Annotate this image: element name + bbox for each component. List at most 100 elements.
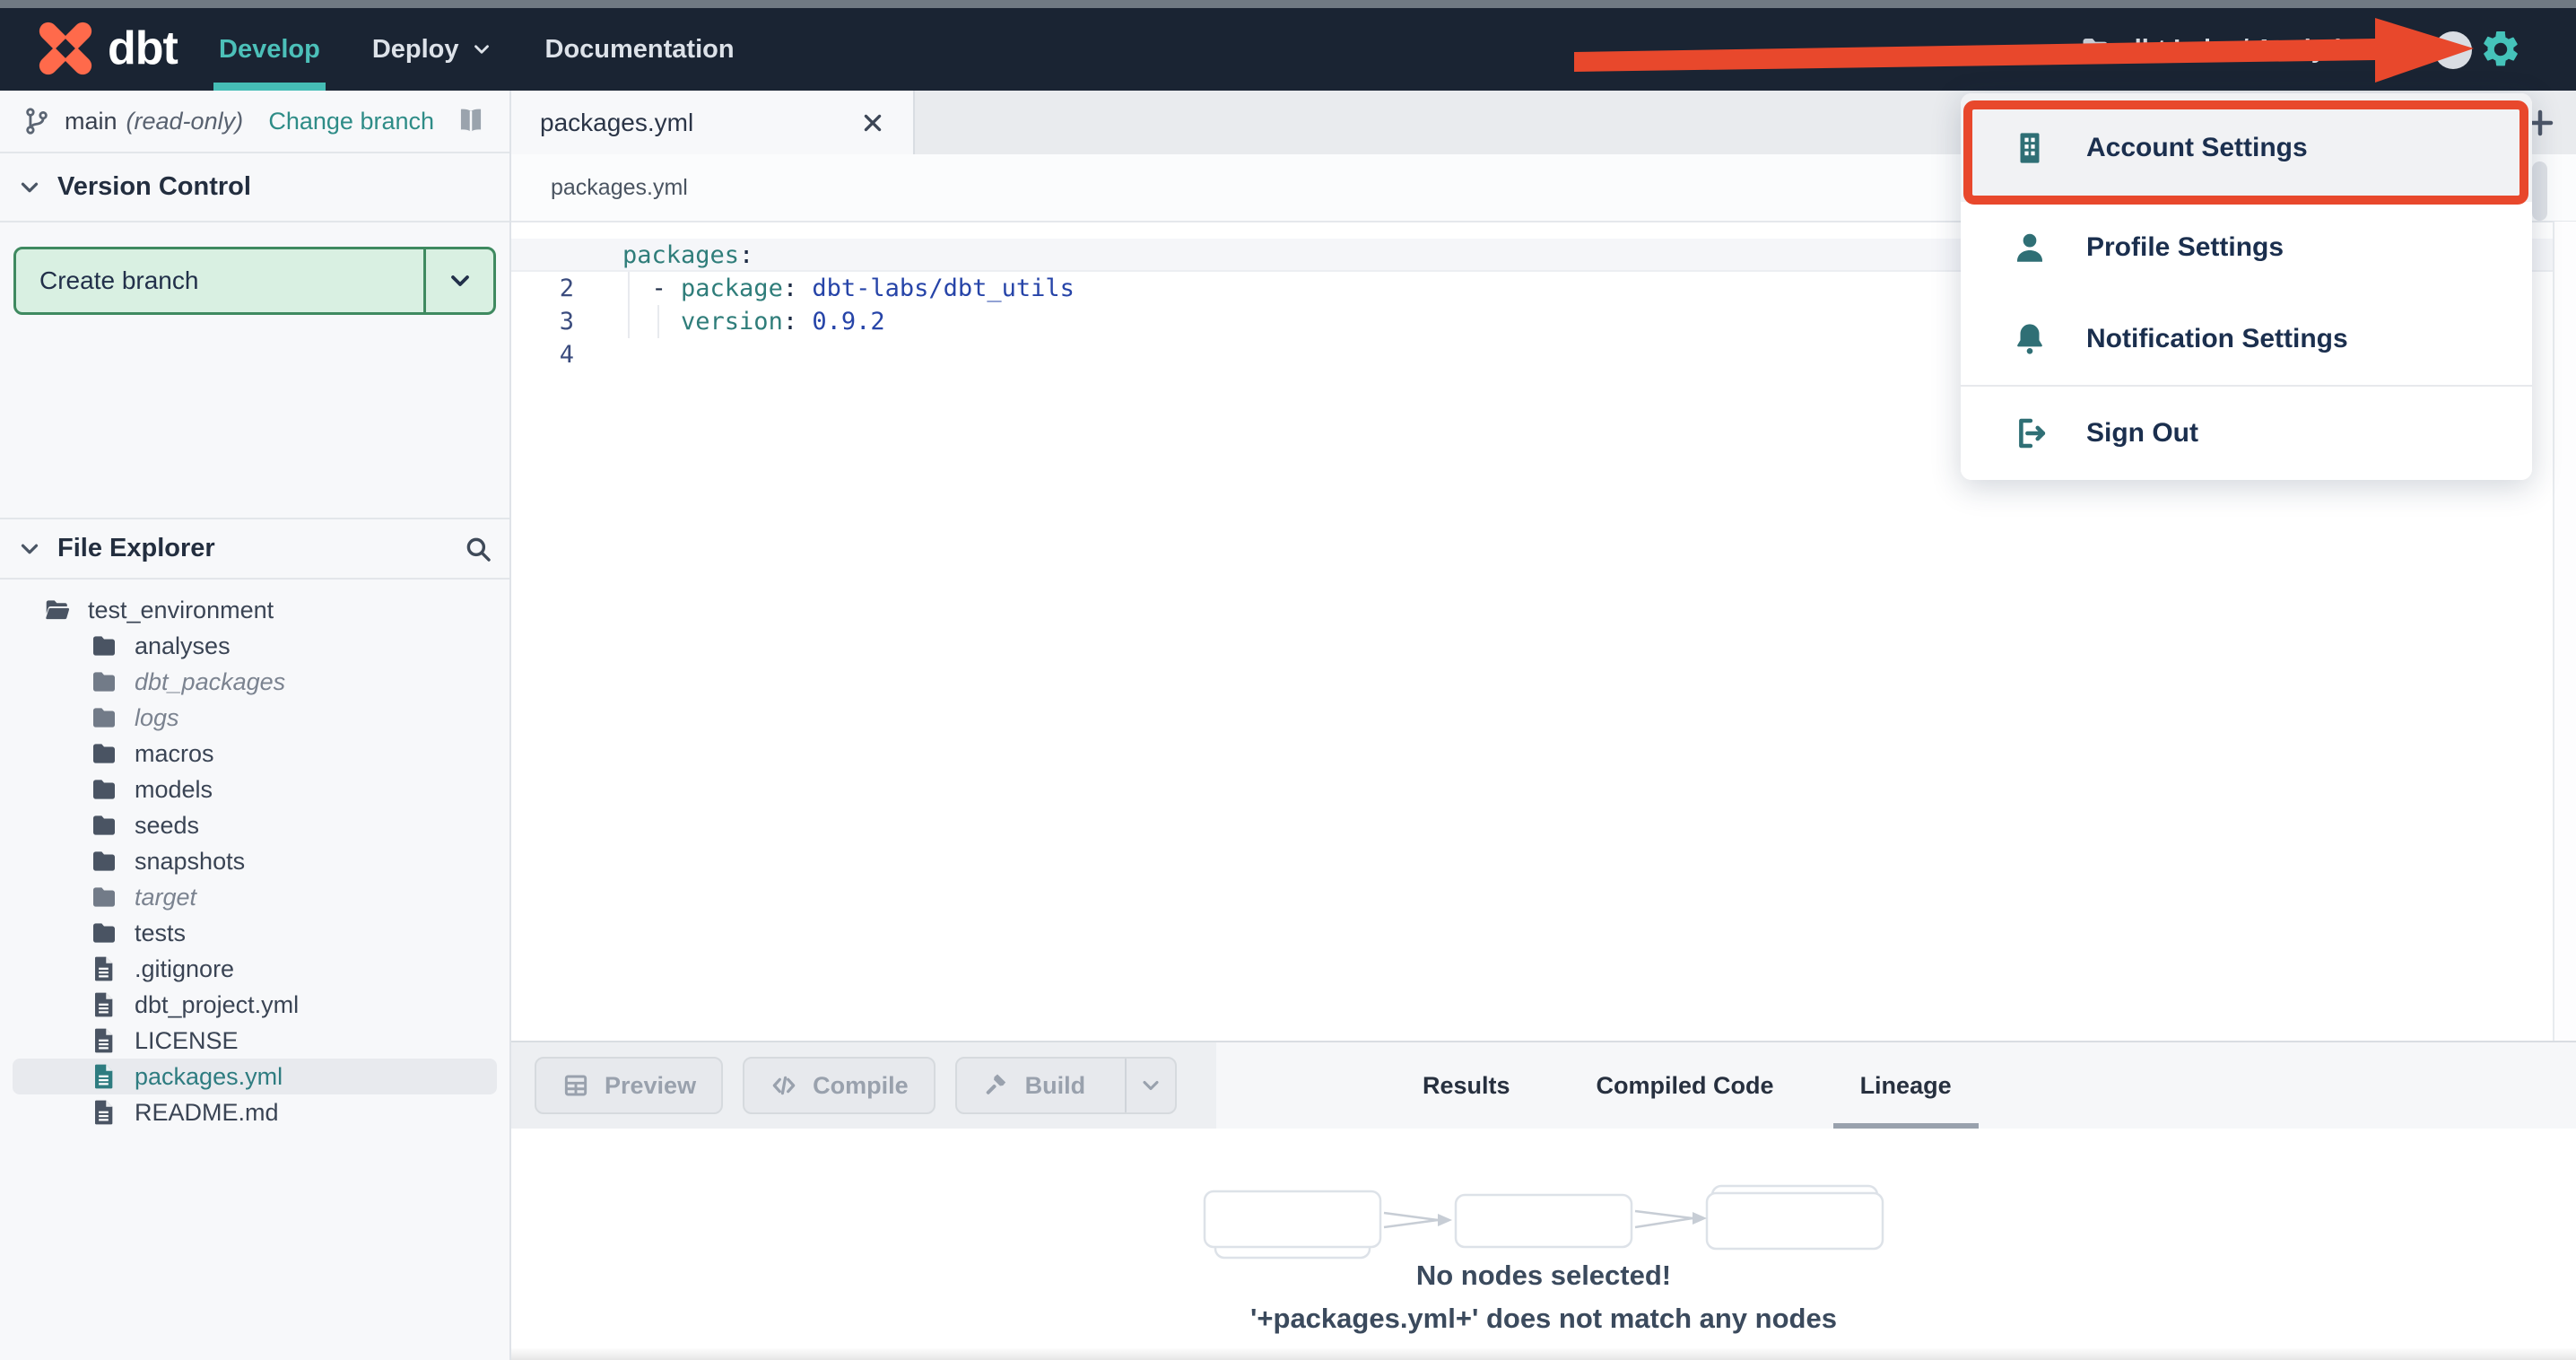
button-label: Compile <box>813 1071 909 1099</box>
main-nav: Develop Deploy Documentation <box>213 8 735 91</box>
dbt-cloud-ide-screen: dbt Develop Deploy Documentation dbt Labs … <box>0 0 2576 1360</box>
breadcrumb-filename: packages.yml <box>551 174 688 200</box>
file-tree-item-gitignore[interactable]: .gitignore <box>0 951 509 987</box>
docs-book-icon[interactable] <box>454 104 488 138</box>
folder-icon <box>90 667 118 696</box>
code-token: dbt-labs/dbt_utils <box>812 275 1075 302</box>
nav-item-label: Documentation <box>544 34 735 64</box>
file-explorer-header[interactable]: File Explorer <box>0 518 509 580</box>
window-chrome-strip <box>0 0 2576 8</box>
version-control-header[interactable]: Version Control <box>0 153 509 222</box>
project-folder-icon <box>2079 33 2111 65</box>
tab-compiled-code[interactable]: Compiled Code <box>1597 1042 1774 1129</box>
editor-scrollbar-thumb[interactable] <box>2532 161 2547 221</box>
file-name: .gitignore <box>135 955 235 982</box>
build-button[interactable]: Build <box>954 1057 1178 1114</box>
file-tree-item-packages-yml[interactable]: packages.yml <box>13 1059 497 1094</box>
bottom-panel: Preview Compile Build Results Compiled Code… <box>511 1041 2576 1360</box>
menu-item-profile-settings[interactable]: Profile Settings <box>1961 202 2532 293</box>
compile-button[interactable]: Compile <box>743 1057 936 1114</box>
file-tree-item-readme-md[interactable]: README.md <box>0 1094 509 1130</box>
folder-icon <box>90 883 118 911</box>
nav-item-documentation[interactable]: Documentation <box>545 8 735 91</box>
current-branch-name: main <box>65 107 117 135</box>
file-tree-item-snapshots[interactable]: snapshots <box>0 843 509 879</box>
button-label: Build <box>1024 1071 1086 1099</box>
preview-button[interactable]: Preview <box>535 1057 724 1114</box>
account-context[interactable]: dbt Labs / Analytics <box>2079 8 2371 91</box>
code-token: : <box>739 241 754 269</box>
file-tree-item-analyses[interactable]: analyses <box>0 628 509 664</box>
folder-icon <box>90 919 118 947</box>
dbt-logo-icon <box>39 22 92 75</box>
file-explorer-title: File Explorer <box>57 534 215 562</box>
menu-item-account-settings[interactable]: Account Settings <box>1961 93 2532 202</box>
tab-lineage[interactable]: Lineage <box>1832 1042 1979 1129</box>
file-tree-item-tests[interactable]: tests <box>0 915 509 951</box>
create-branch-dropdown[interactable] <box>423 249 493 312</box>
chevron-down-icon <box>1138 1073 1163 1098</box>
dbt-logo-text: dbt <box>108 22 178 74</box>
file-tree-item-target[interactable]: target <box>0 879 509 915</box>
signout-icon <box>2011 414 2049 452</box>
chevron-down-icon <box>16 536 43 562</box>
folder-icon <box>90 811 118 840</box>
code-token: : <box>782 308 813 336</box>
file-tree-item-dbt-packages[interactable]: dbt_packages <box>0 664 509 700</box>
code-icon <box>770 1071 798 1100</box>
search-icon[interactable] <box>463 534 493 564</box>
chevron-down-icon <box>16 174 43 201</box>
create-branch-label[interactable]: Create branch <box>16 249 423 312</box>
file-tree-item-seeds[interactable]: seeds <box>0 807 509 843</box>
editor-tab-packages-yml[interactable]: packages.yml <box>511 91 915 154</box>
branch-row: main (read-only) Change branch <box>0 91 509 153</box>
tab-results[interactable]: Results <box>1423 1042 1510 1129</box>
file-name: macros <box>135 739 214 767</box>
account-settings-menu: Account Settings Profile Settings Notifica… <box>1961 93 2532 480</box>
build-button-main[interactable]: Build <box>957 1059 1111 1112</box>
file-name: logs <box>135 703 179 731</box>
file-tree: test_environment analyses dbt_packageslogs… <box>0 592 509 1130</box>
user-avatar[interactable] <box>2434 31 2472 69</box>
file-tree-item-logs[interactable]: logs <box>0 700 509 736</box>
code-token: - <box>622 275 682 302</box>
file-tree-item-dbt-project-yml[interactable]: dbt_project.yml <box>0 987 509 1023</box>
folder-icon <box>90 703 118 732</box>
nav-item-deploy[interactable]: Deploy <box>372 8 493 91</box>
file-tree-item-test-environment[interactable]: test_environment <box>0 592 509 628</box>
file-name: target <box>135 883 197 911</box>
file-icon <box>90 1098 118 1127</box>
close-icon[interactable] <box>861 111 884 135</box>
file-name: seeds <box>135 811 200 839</box>
menu-item-label: Sign Out <box>2086 418 2198 448</box>
chevron-down-icon <box>446 266 474 295</box>
file-tree-item-models[interactable]: models <box>0 772 509 807</box>
code-token: package <box>681 275 783 302</box>
nav-item-develop[interactable]: Develop <box>213 8 326 91</box>
menu-item-notification-settings[interactable]: Notification Settings <box>1961 293 2532 385</box>
folder-open-icon <box>43 596 72 624</box>
top-navbar: dbt Develop Deploy Documentation dbt Labs … <box>0 8 2576 91</box>
menu-item-label: Notification Settings <box>2086 324 2348 353</box>
nav-item-label: Deploy <box>371 34 459 64</box>
file-name: packages.yml <box>135 1062 283 1090</box>
file-tree-item-license[interactable]: LICENSE <box>0 1023 509 1059</box>
building-icon <box>2011 129 2049 167</box>
button-label: Preview <box>605 1071 697 1099</box>
file-name: README.md <box>135 1098 279 1126</box>
change-branch-link[interactable]: Change branch <box>268 108 434 135</box>
file-name: snapshots <box>135 847 246 875</box>
file-tree-item-macros[interactable]: macros <box>0 736 509 772</box>
hammer-icon <box>982 1071 1011 1100</box>
dbt-logo[interactable]: dbt <box>36 19 178 78</box>
menu-item-sign-out[interactable]: Sign Out <box>1961 385 2532 480</box>
sidebar: main (read-only) Change branch Version C… <box>0 91 511 1360</box>
settings-gear-icon[interactable] <box>2479 28 2522 71</box>
menu-item-label: Account Settings <box>2086 132 2308 162</box>
create-branch-button[interactable]: Create branch <box>13 247 496 315</box>
build-dropdown[interactable] <box>1125 1059 1175 1112</box>
tab-label: packages.yml <box>540 108 694 136</box>
folder-icon <box>90 632 118 660</box>
action-toolbar: Preview Compile Build Results Compiled Code… <box>511 1041 2576 1129</box>
